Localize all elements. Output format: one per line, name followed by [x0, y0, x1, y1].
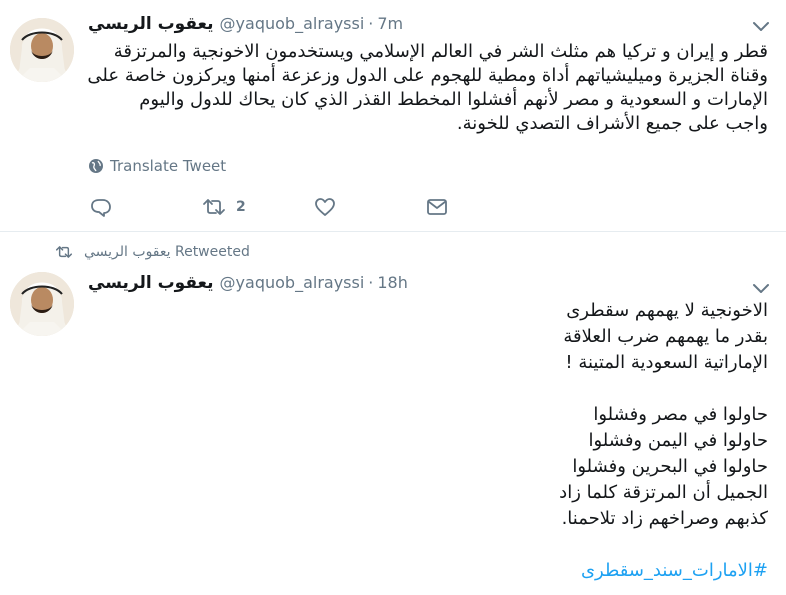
- separator-dot: ·: [368, 14, 374, 33]
- direct-message-button[interactable]: [426, 196, 538, 218]
- avatar[interactable]: [10, 272, 74, 336]
- tweet-line: بقدر ما يهمهم ضرب العلاقة: [563, 326, 768, 347]
- timestamp[interactable]: 7m: [377, 14, 403, 33]
- retweet-icon: [56, 246, 73, 258]
- reply-button[interactable]: [90, 196, 202, 218]
- retweeted-by-label: يعقوب الريسي Retweeted: [84, 244, 250, 260]
- display-name[interactable]: يعقوب الريسي: [88, 14, 214, 34]
- like-button[interactable]: [314, 196, 426, 218]
- tweet-line: الاخونجية لا يهمهم سقطرى: [566, 300, 768, 321]
- globe-icon: [89, 159, 103, 173]
- retweet-button[interactable]: 2: [202, 196, 314, 218]
- user-handle[interactable]: @yaquob_alrayssi: [220, 14, 365, 33]
- avatar-image: [10, 272, 74, 336]
- tweet-1[interactable]: يعقوب الريسي @yaquob_alrayssi · 7m قطر و…: [0, 0, 786, 232]
- caret-down-icon[interactable]: [750, 277, 772, 299]
- translate-tweet-link[interactable]: Translate Tweet: [88, 157, 226, 175]
- tweet-line: واجب على جميع الأشراف التصدي للخونة.: [456, 113, 768, 134]
- separator-dot: ·: [368, 273, 374, 292]
- display-name[interactable]: يعقوب الريسي: [88, 273, 214, 293]
- translate-label[interactable]: Translate Tweet: [110, 157, 226, 175]
- reply-icon: [91, 199, 111, 217]
- tweet-2[interactable]: يعقوب الريسي Retweeted يعقوب الريسي @yaq…: [0, 232, 786, 595]
- retweet-icon: [203, 199, 225, 215]
- like-icon: [315, 198, 335, 216]
- retweet-count: 2: [236, 199, 246, 215]
- tweet-line: قطر و إيران و تركيا هم مثلث الشر في العا…: [113, 41, 768, 62]
- tweet-line: الجميل أن المرتزقة كلما زاد: [559, 482, 768, 503]
- tweet-line: الإماراتية السعودية المتينة !: [565, 352, 768, 373]
- tweet-line: حاولوا في اليمن وفشلوا: [588, 430, 769, 451]
- tweet-line: وقناة الجزيرة وميليشياتهم أداة ومطية لله…: [87, 65, 768, 86]
- avatar-image: [10, 18, 74, 82]
- caret-down-icon[interactable]: [750, 15, 772, 37]
- timestamp[interactable]: 18h: [377, 273, 408, 292]
- tweet-text: الاخونجية لا يهمهم سقطرى بقدر ما يهمهم ض…: [88, 298, 768, 584]
- avatar[interactable]: [10, 18, 74, 82]
- tweet-line: كذبهم وصراخهم زاد تلاحمنا.: [561, 508, 768, 529]
- retweet-context[interactable]: يعقوب الريسي Retweeted: [54, 244, 250, 260]
- tweet-line: حاولوا في مصر وفشلوا: [593, 404, 768, 425]
- hashtag-link[interactable]: #الامارات_سند_سقطرى: [88, 558, 768, 584]
- tweet-line: الإمارات و السعودية و مصر لأنهم أفشلوا ا…: [139, 89, 768, 110]
- user-handle[interactable]: @yaquob_alrayssi: [220, 273, 365, 292]
- tweet-line: حاولوا في البحرين وفشلوا: [572, 456, 768, 477]
- message-icon: [427, 199, 447, 215]
- tweet-actions: 2: [90, 196, 538, 218]
- tweet-text: قطر و إيران و تركيا هم مثلث الشر في العا…: [87, 40, 768, 136]
